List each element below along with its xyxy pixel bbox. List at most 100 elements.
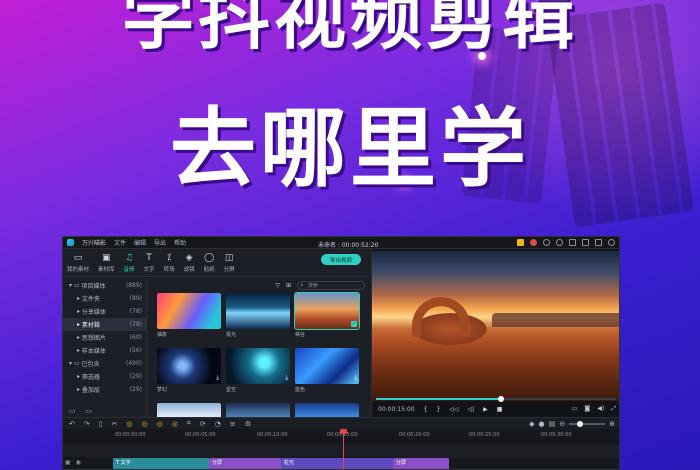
mark-in-icon[interactable]: { — [424, 406, 428, 413]
sidebar-label: 素材箱 — [81, 322, 100, 329]
mark-out-icon[interactable]: } — [436, 406, 440, 413]
check-icon: ✓ — [351, 321, 357, 327]
timeline-clip-split[interactable]: 分屏 — [393, 458, 449, 469]
tab-transition[interactable]: ⁒ 转场 — [164, 254, 175, 274]
play-icon[interactable]: ▶ — [483, 406, 488, 413]
sidebar-item-included[interactable]: ▾ ▭ 已包含 (490) — [63, 357, 146, 370]
cut-icon[interactable]: ✂ — [112, 420, 118, 428]
color-icon[interactable]: ◎ — [142, 420, 148, 428]
account-icon[interactable] — [543, 239, 550, 246]
tab-audio[interactable]: ♫ 音频 — [123, 254, 135, 274]
mic-icon[interactable]: ● — [539, 420, 545, 428]
gift-icon[interactable] — [517, 239, 524, 246]
media-item[interactable]: ⤓ 蓝色 — [295, 348, 359, 393]
timeline-clip-split[interactable]: 分屏 — [209, 458, 281, 469]
close-button[interactable] — [608, 239, 615, 246]
search-input[interactable]: 搜索 — [297, 280, 365, 290]
lock-icon[interactable]: ▣ — [65, 459, 71, 466]
menu-file[interactable]: 文件 — [114, 238, 126, 247]
rewind-icon[interactable]: ◁◁ — [449, 406, 458, 413]
speed-icon[interactable]: ◎ — [126, 420, 132, 428]
sidebar-label: 项目媒体 — [81, 283, 106, 290]
tab-my-media[interactable]: ▭ 我的素材 — [67, 254, 89, 274]
timer-icon[interactable]: ◔ — [215, 420, 221, 428]
tab-text[interactable]: T 文字 — [143, 254, 155, 274]
new-folder-icon[interactable]: ▭ — [69, 407, 76, 415]
download-icon[interactable]: ⤓ — [354, 374, 357, 382]
eye-icon[interactable]: ◉ — [76, 459, 81, 466]
export-video-button[interactable]: 导出视频 — [321, 254, 361, 265]
stabilize-icon[interactable]: ◎ — [157, 420, 163, 428]
tab-split-screen[interactable]: ◫ 分屏 — [223, 253, 235, 274]
media-item[interactable]: 极光 — [226, 293, 290, 338]
grid-view-icon[interactable]: ⊞ — [286, 282, 291, 289]
marker-icon[interactable]: ▤ — [549, 420, 556, 428]
tab-sticker[interactable]: ◯ 贴纸 — [204, 254, 215, 274]
message-icon[interactable] — [569, 239, 576, 246]
sidebar-item-images[interactable]: ▸ 思想图片 (60) — [63, 331, 146, 344]
media-thumbnail — [226, 293, 290, 329]
media-item[interactable]: ⤓ 梦幻 — [157, 348, 221, 393]
crop-icon[interactable]: ⌗ — [187, 419, 191, 428]
maximize-button[interactable] — [595, 239, 602, 246]
tab-label: 文字 — [143, 267, 155, 273]
split-screen-icon: ◫ — [224, 253, 234, 263]
sidebar-item-project-media[interactable]: ▾ ▭ 项目媒体 (889) — [63, 279, 146, 292]
download-icon[interactable]: ⤓ — [216, 374, 219, 382]
step-back-icon[interactable]: ◁| — [468, 406, 475, 413]
scrubber-progress — [376, 398, 501, 400]
timeline-clip-glow[interactable]: 粒光 — [281, 458, 393, 469]
delete-icon[interactable]: ▯ — [99, 420, 103, 428]
volume-icon[interactable]: ◀) — [597, 405, 604, 413]
menu-help[interactable]: 帮助 — [174, 238, 186, 247]
sidebar-count: (889) — [125, 282, 142, 289]
snap-icon[interactable]: ◆ — [529, 420, 534, 428]
ruler-tick: 00:00:30:00 — [541, 432, 572, 438]
media-thumbnail: ✓ — [294, 292, 360, 330]
media-thumbnail — [157, 293, 221, 329]
sidebar-item-shared-media[interactable]: ▸ 分享媒体 (78) — [63, 305, 146, 318]
sidebar-item-sample-media[interactable]: ▸ 样本媒体 (56) — [63, 344, 146, 357]
zoom-slider[interactable] — [569, 420, 606, 427]
stop-icon[interactable]: ■ — [497, 406, 503, 413]
mask-icon[interactable]: ◎ — [172, 420, 178, 428]
rotate-icon[interactable]: ⟳ — [200, 420, 206, 428]
minimize-button[interactable] — [582, 239, 589, 246]
upgrade-icon[interactable] — [530, 239, 537, 246]
media-item[interactable]: 抽象 — [157, 293, 221, 338]
undo-icon[interactable]: ↶ — [69, 420, 75, 428]
camera-icon[interactable]: ◙ — [584, 405, 590, 413]
tab-label: 音频 — [123, 267, 135, 273]
sidebar-count: (78) — [129, 308, 142, 315]
adjust-icon[interactable]: ⚙ — [245, 420, 251, 428]
settings-icon[interactable] — [556, 239, 563, 246]
zoom-out-icon[interactable]: ⊖ — [559, 420, 565, 428]
media-thumbnail: ⤓ — [295, 348, 359, 384]
sidebar-item-folder[interactable]: ▸ 文件夹 (89) — [63, 292, 146, 305]
sidebar-item-filters[interactable]: ▸ 筛选器 (29) — [63, 370, 146, 383]
monitor-icon[interactable]: ▭ — [572, 405, 578, 413]
download-icon[interactable]: ⤓ — [285, 374, 288, 382]
preview-scrubber[interactable] — [376, 396, 616, 402]
redo-icon[interactable]: ↷ — [84, 420, 90, 428]
sidebar-item-assets[interactable]: ▸ 素材箱 (78) — [63, 318, 146, 331]
menu-edit[interactable]: 编辑 — [134, 238, 146, 247]
zoom-handle[interactable] — [577, 420, 584, 427]
timeline-clip-text[interactable]: T 文字 — [113, 458, 209, 469]
sidebar-item-overlays[interactable]: ▸ 叠加层 (29) — [63, 383, 146, 396]
filter-icon[interactable]: ▽ — [275, 282, 280, 289]
tab-label: 分屏 — [223, 267, 235, 273]
tab-library[interactable]: ▣ 素材库 — [98, 254, 115, 274]
media-label: 梦幻 — [157, 387, 168, 393]
zoom-in-icon[interactable]: ⊕ — [609, 420, 615, 428]
media-item[interactable]: ⤓ 星空 — [226, 348, 290, 393]
playhead[interactable] — [343, 429, 344, 469]
tab-filter[interactable]: ◈ 滤镜 — [184, 254, 195, 274]
menu-export[interactable]: 导出 — [154, 238, 166, 247]
folder-open-icon[interactable]: ▭ — [86, 407, 93, 415]
title-bar: 万兴喵影 文件 编辑 导出 帮助 未命名 : 00:00:52:20 — [63, 237, 619, 249]
fullscreen-icon[interactable]: ⤢ — [611, 405, 616, 413]
media-item[interactable]: ✓ 峡谷 — [294, 292, 360, 338]
rock-arch — [412, 297, 470, 337]
audio-icon[interactable]: ≡ — [230, 420, 236, 428]
